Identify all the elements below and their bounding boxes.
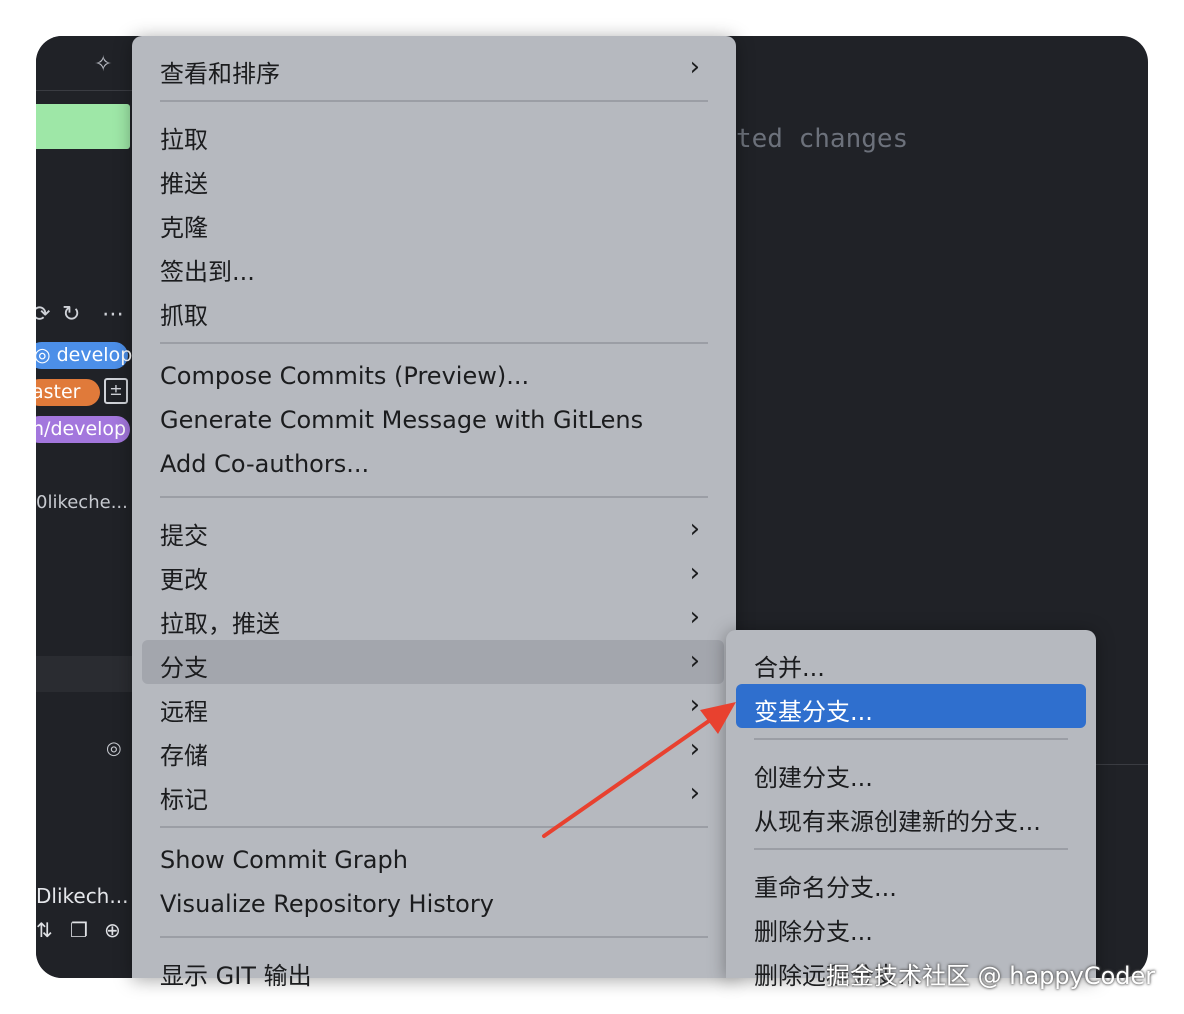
- annotation-arrow: [542, 702, 736, 838]
- watermark: 掘金技术社区 @ happyCoder: [826, 962, 1156, 990]
